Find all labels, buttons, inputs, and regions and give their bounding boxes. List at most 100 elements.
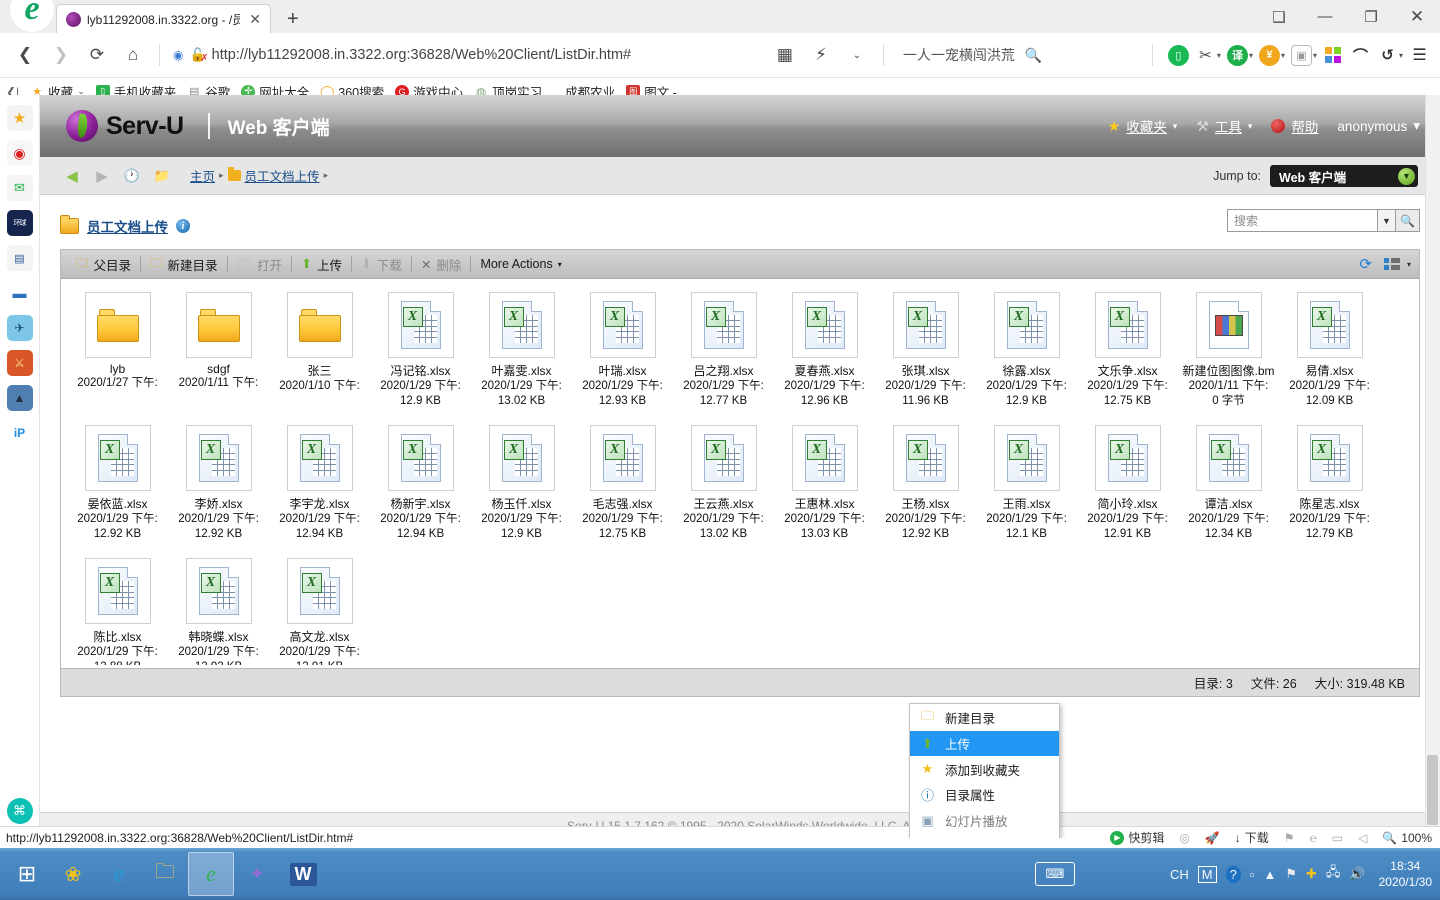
sidebar-favorites-icon[interactable]: ★ (7, 105, 33, 131)
file-item[interactable]: X简小玲.xlsx2020/1/29 下午:12.91 KB (1077, 422, 1178, 555)
sidebar-mail-icon[interactable]: ✉ (7, 175, 33, 201)
headphones-icon[interactable]: ⌒ (1348, 43, 1373, 68)
browser-tab[interactable]: lyb11292008.in.3322.org - /员 ✕ (56, 4, 271, 33)
keyboard-icon[interactable]: ⌨ (1035, 862, 1075, 886)
file-item[interactable]: X吕之翔.xlsx2020/1/29 下午:12.77 KB (673, 289, 774, 422)
page-scrollbar[interactable] (1425, 95, 1440, 838)
menu-help[interactable]: 帮助 (1271, 116, 1318, 136)
file-item[interactable]: X王云燕.xlsx2020/1/29 下午:13.02 KB (673, 422, 774, 555)
site-info-icon[interactable]: ◉ (173, 48, 183, 62)
file-item[interactable]: X徐露.xlsx2020/1/29 下午:12.9 KB (976, 289, 1077, 422)
help-icon[interactable]: ? (1226, 866, 1241, 883)
undo-icon[interactable]: ↺▾ (1375, 43, 1405, 68)
sidebar-video-icon[interactable]: ▬ (7, 280, 33, 306)
tab-close-icon[interactable]: ✕ (246, 11, 264, 28)
coupon-shield-icon[interactable]: ¥▾ (1257, 43, 1287, 68)
toolbar-more-actions[interactable]: More Actions ▾ (473, 257, 568, 271)
show-hidden-icons[interactable]: ▫ (1250, 867, 1255, 882)
file-item[interactable]: X文乐争.xlsx2020/1/29 下午:12.75 KB (1077, 289, 1178, 422)
file-item[interactable]: X陈比.xlsx2020/1/29 下午:12.88 KB (67, 555, 168, 665)
file-item[interactable]: lyb2020/1/27 下午: (67, 289, 168, 422)
toolbar-upload[interactable]: ⬆ 上传 (294, 255, 349, 274)
sidebar-game-warrior-icon[interactable]: ⚔ (7, 350, 33, 376)
file-item[interactable]: X李娇.xlsx2020/1/29 下午:12.92 KB (168, 422, 269, 555)
close-window-button[interactable]: ✕ (1394, 0, 1440, 33)
file-item[interactable]: X毛志强.xlsx2020/1/29 下午:12.75 KB (572, 422, 673, 555)
minimize-button[interactable]: — (1302, 0, 1348, 33)
file-item[interactable]: X夏春燕.xlsx2020/1/29 下午:12.96 KB (774, 289, 875, 422)
history-icon[interactable]: 🕐 (122, 166, 142, 186)
context-menu-item[interactable]: ★添加到收藏夹 (910, 756, 1059, 782)
user-menu[interactable]: anonymous ▾ (1337, 118, 1420, 134)
file-item[interactable]: X李宇龙.xlsx2020/1/29 下午:12.94 KB (269, 422, 370, 555)
address-bar[interactable]: ◉ 🔓✗ http://lyb11292008.in.3322.org:3682… (169, 40, 766, 70)
screenshot-scissors-icon[interactable]: ✂▾ (1193, 43, 1223, 68)
forward-icon[interactable]: ❯ (44, 38, 78, 72)
network-icon[interactable]: 🖧 (1326, 863, 1341, 885)
file-item[interactable]: X叶嘉雯.xlsx2020/1/29 下午:13.02 KB (471, 289, 572, 422)
search-icon[interactable]: 🔍 (1025, 47, 1042, 64)
file-item[interactable]: X谭洁.xlsx2020/1/29 下午:12.34 KB (1178, 422, 1279, 555)
search-dropdown-icon[interactable]: ▼ (1377, 209, 1396, 232)
toolbar-open[interactable]: 🗁 打开 (230, 254, 290, 275)
chevron-down-icon[interactable]: ⌄ (840, 38, 874, 72)
file-item[interactable]: X晏依蓝.xlsx2020/1/29 下午:12.92 KB (67, 422, 168, 555)
sidebar-word-icon[interactable]: ▤ (7, 245, 33, 271)
home-icon[interactable]: ⌂ (116, 38, 150, 72)
nav-back-icon[interactable]: ◀ (62, 166, 82, 186)
toolbar-download[interactable]: ⬇ 下载 (354, 255, 409, 274)
shirt-icon[interactable]: ❑ (1256, 0, 1302, 33)
file-item[interactable]: 张三2020/1/10 下午: (269, 289, 370, 422)
ime-indicator[interactable]: CH (1170, 867, 1189, 882)
security-icon[interactable]: ✚ (1306, 866, 1317, 882)
game-box-icon[interactable]: ▣▾ (1289, 43, 1319, 68)
context-menu-item[interactable]: 🗀新建目录 (910, 705, 1059, 731)
file-item[interactable]: X杨玉仟.xlsx2020/1/29 下午:12.9 KB (471, 422, 572, 555)
menu-tools[interactable]: ⚒ 工具 ▾ (1196, 116, 1252, 136)
translate-icon[interactable]: 译▾ (1225, 43, 1255, 68)
browser-search-box[interactable]: 一人一宠横闯洪荒 🔍 (893, 45, 1143, 65)
file-item[interactable]: X王杨.xlsx2020/1/29 下午:12.92 KB (875, 422, 976, 555)
maximize-button[interactable]: ❐ (1348, 0, 1394, 33)
sidebar-news-icon[interactable]: 环球 (7, 210, 33, 236)
taskbar-internet-explorer[interactable]: e (96, 852, 142, 896)
taskbar-word[interactable]: W (280, 852, 326, 896)
file-item[interactable]: X高文龙.xlsx2020/1/29 下午:12.91 KB (269, 555, 370, 665)
file-item[interactable]: X冯记铭.xlsx2020/1/29 下午:12.9 KB (370, 289, 471, 422)
file-item[interactable]: X王雨.xlsx2020/1/29 下午:12.1 KB (976, 422, 1077, 555)
lightning-icon[interactable]: ⚡ (804, 38, 838, 72)
file-item[interactable]: X杨新宇.xlsx2020/1/29 下午:12.94 KB (370, 422, 471, 555)
insecure-lock-icon[interactable]: 🔓✗ (189, 47, 205, 63)
breadcrumb-current[interactable]: 员工文档上传 (245, 166, 320, 185)
view-mode-button[interactable]: ▾ (1384, 258, 1411, 270)
toolbar-delete[interactable]: ✕ 删除 (414, 255, 469, 274)
file-item[interactable]: 新建位图图像.bm2020/1/11 下午:0 字节 (1178, 289, 1279, 422)
apps-grid-icon[interactable] (1321, 43, 1346, 68)
file-item[interactable]: X陈星志.xlsx2020/1/29 下午:12.79 KB (1279, 422, 1380, 555)
file-item[interactable]: X王惠林.xlsx2020/1/29 下午:13.03 KB (774, 422, 875, 555)
menu-favorites[interactable]: ★ 收藏夹 ▾ (1108, 116, 1178, 136)
window-icon[interactable]: ▭ (1332, 831, 1343, 845)
qrcode-icon[interactable]: ▦ (768, 38, 802, 72)
context-menu-item[interactable]: ▣幻灯片播放 (910, 808, 1059, 834)
start-button[interactable]: ⊞ (4, 852, 50, 896)
ime-mode-icon[interactable]: M (1198, 866, 1217, 883)
breadcrumb-home[interactable]: 主页 (190, 166, 215, 185)
jump-to-select[interactable]: Web 客户端 ▼ (1270, 165, 1418, 187)
search-input[interactable] (1227, 209, 1377, 232)
download-button[interactable]: ↓ 下载 (1235, 829, 1269, 846)
mobile-preview-icon[interactable]: ▯ (1166, 43, 1191, 68)
sidebar-weibo-icon[interactable]: ◉ (7, 140, 33, 166)
network-flag-icon[interactable]: ⚑ (1285, 866, 1297, 882)
browser-menu-icon[interactable]: ☰ (1407, 43, 1432, 68)
compass-icon[interactable]: ◎ (1179, 831, 1189, 845)
flag-icon[interactable]: ⚑ (1284, 831, 1295, 845)
new-tab-button[interactable]: + (279, 8, 307, 31)
sidebar-pps-icon[interactable]: ⌘ (7, 798, 33, 824)
toolbar-parent-dir[interactable]: 🗀 父目录 (69, 254, 138, 275)
taskbar-clock[interactable]: 18:34 2020/1/30 (1375, 858, 1432, 890)
file-item[interactable]: X叶瑞.xlsx2020/1/29 下午:12.93 KB (572, 289, 673, 422)
context-menu-item[interactable]: ⓘ目录属性 (910, 782, 1059, 808)
context-menu-item[interactable]: ⬆上传 (910, 731, 1059, 757)
page-title[interactable]: 员工文档上传 (87, 216, 168, 236)
